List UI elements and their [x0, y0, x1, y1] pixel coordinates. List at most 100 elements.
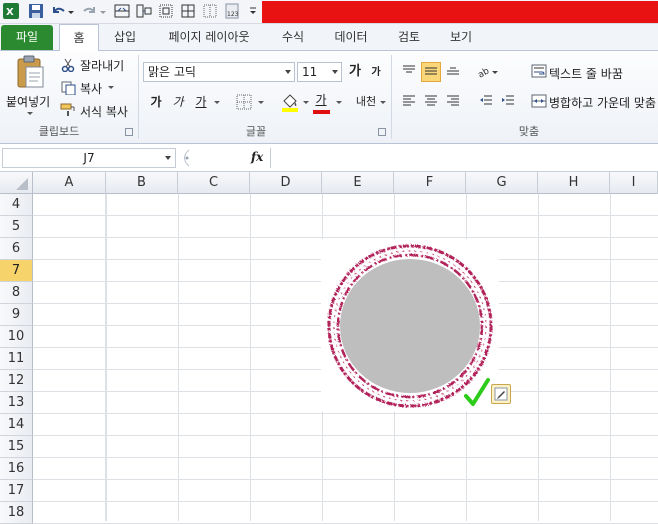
increase-indent-button[interactable]: [498, 92, 518, 112]
align-top-button[interactable]: [399, 62, 419, 82]
format-painter-label[interactable]: 서식 복사: [80, 103, 128, 120]
column-header-f[interactable]: F: [394, 172, 466, 194]
select-all-corner[interactable]: [0, 172, 33, 194]
grid-column-line: [250, 194, 251, 521]
insert-function-button[interactable]: fx: [251, 150, 263, 164]
align-left-icon: [403, 95, 415, 106]
align-center-button[interactable]: [421, 92, 441, 112]
align-right-icon: [447, 95, 459, 106]
paste-dropdown-icon[interactable]: [27, 112, 33, 115]
column-header-i[interactable]: I: [610, 172, 658, 194]
row-header-11[interactable]: 11: [0, 348, 33, 370]
border-outer-icon[interactable]: [158, 3, 174, 19]
save-icon[interactable]: [28, 3, 44, 19]
paste-label[interactable]: 붙여넣기: [6, 93, 50, 110]
border-dropdown-icon[interactable]: [258, 101, 264, 104]
copy-dropdown-icon[interactable]: [108, 86, 114, 89]
align-middle-button[interactable]: [421, 62, 441, 82]
customize-qat-icon[interactable]: [248, 3, 258, 19]
grow-font-button[interactable]: 가: [345, 62, 365, 82]
tab-insert[interactable]: 삽입: [104, 24, 146, 51]
border-icon[interactable]: [236, 94, 252, 113]
column-header-c[interactable]: C: [178, 172, 250, 194]
copy-icon[interactable]: [61, 81, 76, 98]
row-header-8[interactable]: 8: [0, 282, 33, 304]
row-header-12[interactable]: 12: [0, 370, 33, 392]
phonetic-dropdown-icon[interactable]: [380, 101, 386, 104]
merge-center-label[interactable]: 병합하고 가운데 맞춤: [549, 94, 656, 111]
align-middle-icon: [425, 67, 437, 75]
row-header-13[interactable]: 13: [0, 392, 33, 414]
font-size-combo[interactable]: 11: [297, 62, 342, 82]
redo-dropdown-icon[interactable]: [99, 3, 107, 19]
column-header-d[interactable]: D: [250, 172, 322, 194]
column-header-b[interactable]: B: [106, 172, 178, 194]
redo-icon[interactable]: [82, 3, 98, 19]
column-header-e[interactable]: E: [322, 172, 394, 194]
row-header-6[interactable]: 6: [0, 238, 33, 260]
merge-center-icon[interactable]: [531, 94, 547, 111]
row-header-9[interactable]: 9: [0, 304, 33, 326]
font-color-button[interactable]: 가: [311, 90, 331, 110]
border-none-icon[interactable]: [202, 3, 218, 19]
wrap-text-label[interactable]: 텍스트 줄 바꿈: [549, 65, 623, 82]
tab-home[interactable]: 홈: [59, 24, 99, 52]
tab-review[interactable]: 검토: [386, 24, 432, 51]
font-launcher-icon[interactable]: [378, 128, 386, 136]
underline-button[interactable]: 가: [191, 92, 211, 112]
align-left-button[interactable]: [399, 92, 419, 112]
tab-page-layout[interactable]: 페이지 레이아웃: [153, 24, 265, 51]
shrink-font-button[interactable]: 가: [366, 63, 386, 83]
row-header-7[interactable]: 7: [0, 260, 33, 282]
tab-data[interactable]: 데이터: [322, 24, 380, 51]
formula-input[interactable]: [270, 148, 658, 168]
column-header-a[interactable]: A: [33, 172, 106, 194]
fill-color-icon[interactable]: [281, 92, 299, 115]
number-format-icon[interactable]: 123: [224, 3, 240, 19]
orientation-icon[interactable]: ab: [476, 63, 498, 82]
undo-icon[interactable]: [50, 3, 66, 19]
font-name-combo[interactable]: 맑은 고딕: [143, 62, 295, 82]
row-header-5[interactable]: 5: [0, 216, 33, 238]
merge-cells-icon[interactable]: [114, 3, 130, 19]
row-header-4[interactable]: 4: [0, 194, 33, 216]
cut-label[interactable]: 잘라내기: [80, 57, 124, 74]
bold-button[interactable]: 가: [146, 92, 166, 112]
name-box[interactable]: J7: [2, 148, 176, 168]
tab-file[interactable]: 파일: [1, 25, 53, 50]
underline-dropdown-icon[interactable]: [214, 101, 220, 104]
column-header-g[interactable]: G: [466, 172, 538, 194]
format-painter-icon[interactable]: [60, 103, 76, 120]
copy-label[interactable]: 복사: [80, 80, 102, 97]
undo-dropdown-icon[interactable]: [67, 3, 75, 19]
phonetic-guide-button[interactable]: 내천: [355, 92, 377, 112]
split-cells-icon[interactable]: [136, 3, 152, 19]
cut-icon[interactable]: [61, 58, 75, 75]
row-header-16[interactable]: 16: [0, 458, 33, 480]
svg-text:ab: ab: [476, 66, 491, 79]
chevron-down-icon: [285, 70, 291, 74]
paste-options-button[interactable]: [491, 384, 511, 404]
align-bottom-button[interactable]: [443, 62, 463, 82]
paste-icon[interactable]: [14, 55, 46, 92]
tab-view[interactable]: 보기: [439, 24, 483, 51]
row-header-17[interactable]: 17: [0, 480, 33, 502]
row-header-10[interactable]: 10: [0, 326, 33, 348]
column-header-h[interactable]: H: [538, 172, 610, 194]
border-all-icon[interactable]: [180, 3, 196, 19]
tab-formulas[interactable]: 수식: [272, 24, 314, 51]
grid-row-line: [33, 413, 658, 414]
decrease-indent-button[interactable]: [476, 92, 496, 112]
fill-color-dropdown-icon[interactable]: [303, 101, 309, 104]
italic-button[interactable]: 가: [168, 92, 188, 112]
wrap-text-icon[interactable]: [531, 64, 547, 81]
edit-pencil-icon: [494, 387, 508, 401]
align-right-button[interactable]: [443, 92, 463, 112]
clipboard-launcher-icon[interactable]: [125, 128, 133, 136]
row-header-15[interactable]: 15: [0, 436, 33, 458]
svg-text:X: X: [6, 7, 14, 18]
font-color-dropdown-icon[interactable]: [336, 101, 342, 104]
row-header-14[interactable]: 14: [0, 414, 33, 436]
excel-app-icon[interactable]: X: [3, 3, 19, 19]
formula-bar-resize-handle[interactable]: [178, 149, 190, 170]
